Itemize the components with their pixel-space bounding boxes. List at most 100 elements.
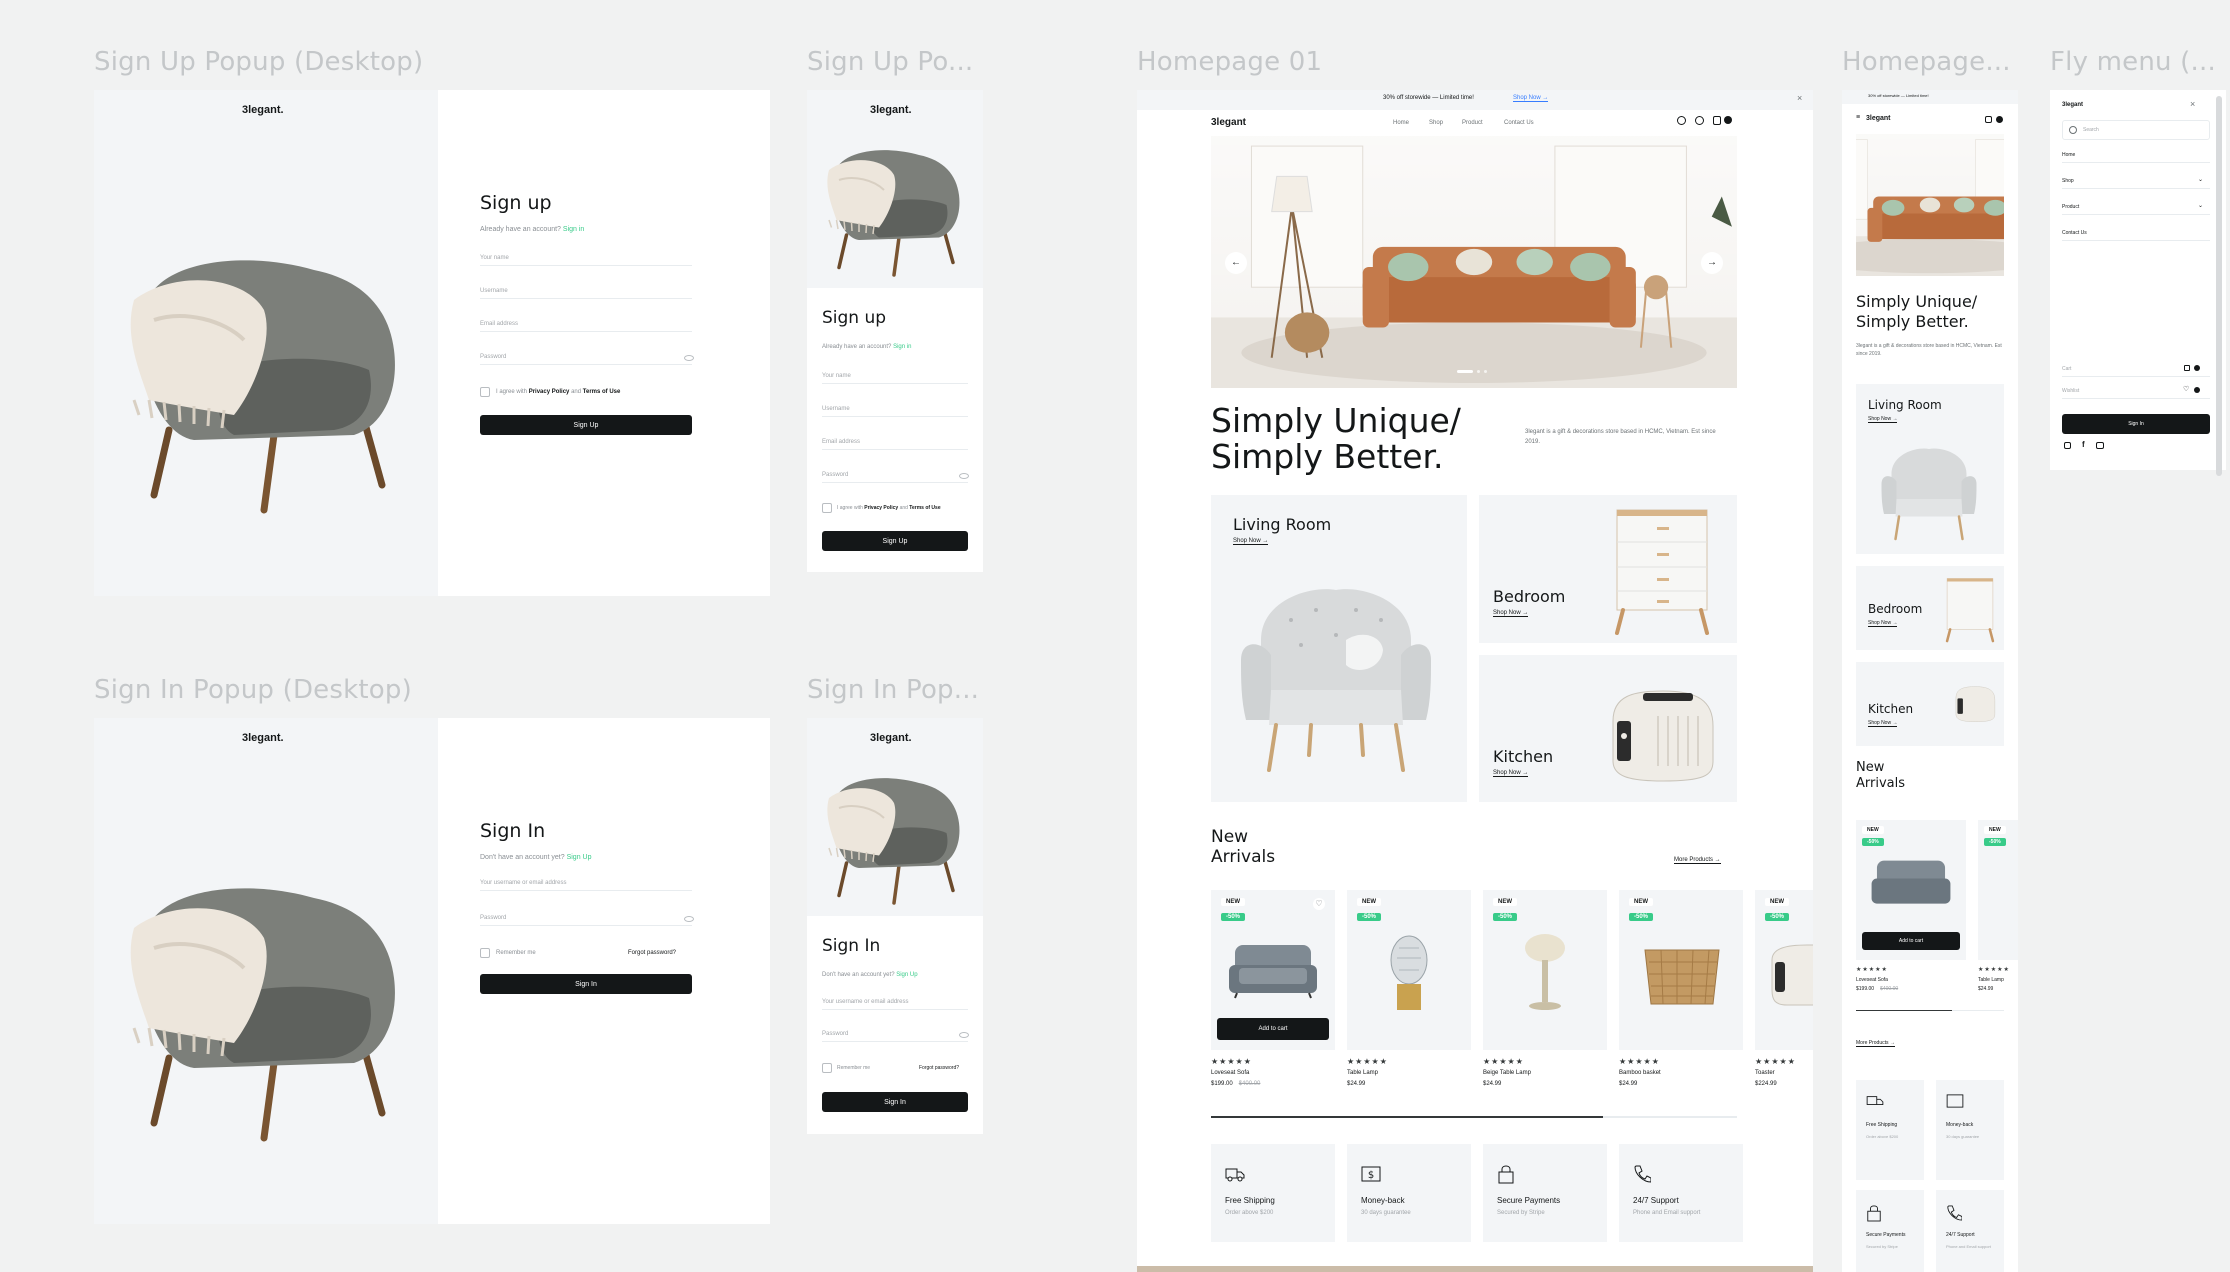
nav-shop[interactable]: Shop (1429, 120, 1443, 126)
category-living-room[interactable]: Living Room Shop Now → (1856, 384, 2004, 554)
search-icon[interactable] (1677, 116, 1686, 125)
slider-dot-active[interactable] (1457, 370, 1473, 373)
category-living-room[interactable]: Living Room Shop Now → (1211, 495, 1467, 802)
signin-button[interactable]: Sign In (480, 974, 692, 994)
logo[interactable]: 3legant (1211, 117, 1246, 128)
shop-now-link[interactable]: Shop Now → (1868, 416, 1898, 423)
password-field[interactable]: Password (480, 915, 692, 926)
add-to-cart-button[interactable]: Add to cart (1862, 932, 1960, 950)
carousel-scrollbar-thumb[interactable] (1856, 1010, 1952, 1011)
product-name[interactable]: Bamboo basket (1619, 1070, 1661, 1076)
more-products-link[interactable]: More Products → (1674, 857, 1721, 864)
shop-now-link[interactable]: Shop Now → (1868, 620, 1898, 627)
username-field[interactable]: Your username or email address (480, 880, 692, 891)
category-kitchen[interactable]: Kitchen Shop Now → (1479, 655, 1737, 802)
cart-icon[interactable] (1985, 116, 1992, 123)
product-card[interactable]: NEW -50% Add to cart (1856, 820, 1966, 960)
fly-item-contact[interactable]: Contact Us (2062, 230, 2210, 241)
password-field[interactable]: Password (822, 472, 968, 483)
product-name[interactable]: Table Lamp (1347, 1070, 1378, 1076)
eye-icon[interactable] (684, 355, 694, 361)
agree-checkbox[interactable] (822, 503, 832, 513)
category-kitchen[interactable]: Kitchen Shop Now → (1856, 662, 2004, 746)
product-name[interactable]: Loveseat Sofa (1856, 977, 1888, 983)
password-field[interactable]: Password (822, 1031, 968, 1042)
category-bedroom[interactable]: Bedroom Shop Now → (1856, 566, 2004, 650)
product-card[interactable]: NEW -50% (1978, 820, 2018, 960)
fly-item-product[interactable]: Product (2062, 204, 2210, 215)
cart-icon[interactable] (1713, 116, 1721, 125)
name-field[interactable]: Your name (822, 373, 968, 384)
username-field[interactable]: Username (480, 288, 692, 299)
product-name[interactable]: Loveseat Sofa (1211, 1070, 1249, 1076)
remember-checkbox[interactable] (480, 948, 490, 958)
logo[interactable]: 3legant. (870, 732, 912, 744)
close-icon[interactable]: × (1797, 93, 1802, 103)
signin-link[interactable]: Sign in (563, 226, 584, 233)
shop-now-link[interactable]: Shop Now → (1868, 720, 1898, 727)
eye-icon[interactable] (959, 1032, 969, 1038)
logo[interactable]: 3legant. (870, 104, 912, 116)
signin-button[interactable]: Sign In (822, 1092, 968, 1112)
forgot-password-link[interactable]: Forgot password? (628, 950, 676, 956)
shop-now-link[interactable]: Shop Now → (1493, 770, 1529, 777)
shop-now-link[interactable]: Shop Now → (1493, 610, 1529, 617)
carousel-scrollbar[interactable] (1856, 1010, 2004, 1011)
product-card[interactable]: NEW -50% ♡ Add to cart (1211, 890, 1335, 1050)
carousel-scrollbar-thumb[interactable] (1211, 1116, 1603, 1118)
nav-contact[interactable]: Contact Us (1504, 120, 1534, 126)
signup-link[interactable]: Sign Up (896, 972, 917, 978)
more-products-link[interactable]: More Products → (1856, 1040, 1895, 1047)
shop-now-link[interactable]: Shop Now → (1233, 538, 1269, 545)
add-to-cart-button[interactable]: Add to cart (1217, 1018, 1329, 1040)
eye-icon[interactable] (684, 916, 694, 922)
menu-icon[interactable]: ≡ (1856, 114, 1860, 121)
logo[interactable]: 3legant. (242, 732, 284, 744)
username-field[interactable]: Your username or email address (822, 999, 968, 1010)
agree-checkbox[interactable] (480, 387, 490, 397)
product-name[interactable]: Toaster (1755, 1070, 1775, 1076)
category-bedroom[interactable]: Bedroom Shop Now → (1479, 495, 1737, 643)
signup-link[interactable]: Sign Up (567, 854, 592, 861)
nav-product[interactable]: Product (1462, 120, 1483, 126)
forgot-password-link[interactable]: Forgot password? (919, 1065, 959, 1071)
heart-icon[interactable]: ♡ (1313, 898, 1325, 910)
instagram-icon[interactable] (2064, 442, 2071, 449)
signup-button[interactable]: Sign Up (480, 415, 692, 435)
logo[interactable]: 3legant. (242, 104, 284, 116)
search-input[interactable]: Search (2062, 120, 2210, 140)
close-icon[interactable]: × (2190, 99, 2195, 109)
product-name[interactable]: Beige Table Lamp (1483, 1070, 1531, 1076)
canvas-scrollbar[interactable] (2216, 96, 2222, 476)
promo-link[interactable]: Shop Now → (1513, 95, 1549, 102)
email-field[interactable]: Email address (822, 439, 968, 450)
product-card[interactable]: NEW -50% (1347, 890, 1471, 1050)
user-icon[interactable] (1695, 116, 1704, 125)
email-field[interactable]: Email address (480, 321, 692, 332)
carousel-scrollbar[interactable] (1211, 1116, 1737, 1118)
chevron-down-icon[interactable]: ⌄ (2198, 176, 2203, 183)
arrow-right-icon[interactable]: → (1701, 252, 1723, 274)
arrow-left-icon[interactable]: ← (1225, 252, 1247, 274)
nav-home[interactable]: Home (1393, 120, 1409, 126)
username-field[interactable]: Username (822, 406, 968, 417)
fly-item-home[interactable]: Home (2062, 152, 2210, 163)
password-field[interactable]: Password (480, 354, 692, 365)
slider-dot[interactable] (1484, 370, 1487, 373)
facebook-icon[interactable]: f (2082, 440, 2085, 449)
chevron-down-icon[interactable]: ⌄ (2198, 202, 2203, 209)
logo[interactable]: 3legant (1866, 115, 1891, 122)
eye-icon[interactable] (959, 473, 969, 479)
logo[interactable]: 3legant (2062, 102, 2083, 108)
fly-signin-button[interactable]: Sign In (2062, 414, 2210, 434)
youtube-icon[interactable] (2096, 442, 2104, 449)
slider-dot[interactable] (1477, 370, 1480, 373)
fly-item-shop[interactable]: Shop (2062, 178, 2210, 189)
remember-checkbox[interactable] (822, 1063, 832, 1073)
product-card[interactable]: NEW -50% (1483, 890, 1607, 1050)
product-card[interactable]: NEW -50% (1619, 890, 1743, 1050)
name-field[interactable]: Your name (480, 255, 692, 266)
product-name[interactable]: Table Lamp (1978, 977, 2004, 983)
signin-link[interactable]: Sign in (893, 344, 911, 350)
product-card[interactable]: NEW -50% (1755, 890, 1813, 1050)
